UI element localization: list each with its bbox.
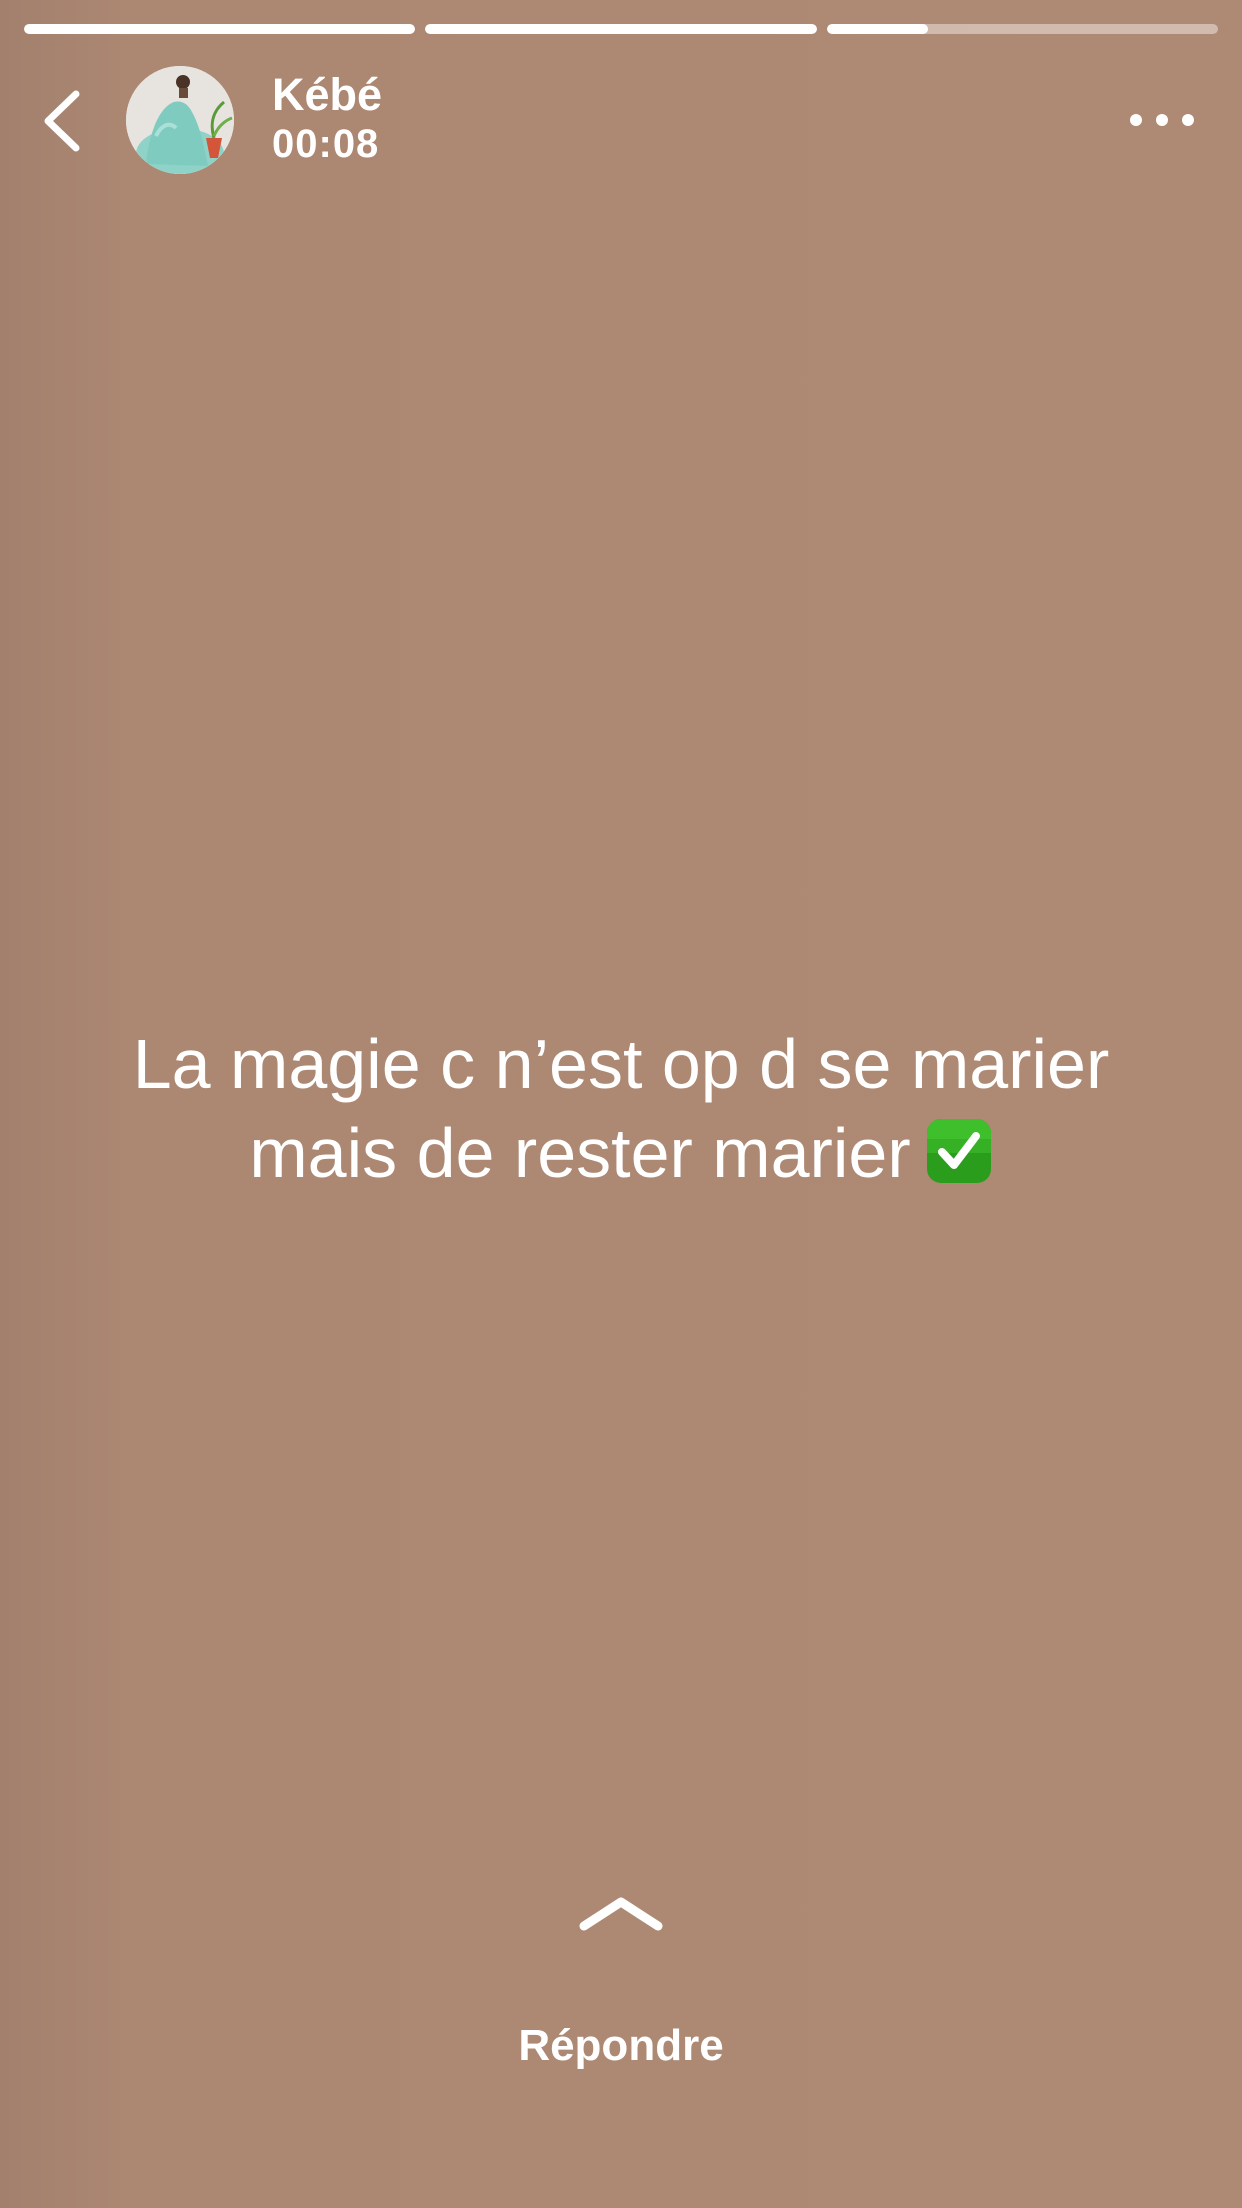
username[interactable]: Kébé — [272, 72, 382, 117]
story-timestamp: 00:08 — [272, 122, 380, 166]
story-text-line: mais de rester marier — [249, 1114, 911, 1192]
progress-segment — [425, 24, 817, 34]
back-button[interactable] — [36, 88, 96, 154]
progress-fill — [425, 24, 817, 34]
more-options-button[interactable] — [1128, 102, 1198, 138]
story-progress — [24, 24, 1218, 34]
progress-segment — [24, 24, 416, 34]
story-text-line: La magie c n’est op d se marier — [132, 1025, 1110, 1103]
story-text: La magie c n’est op d se marier mais de … — [60, 1020, 1182, 1198]
reply-button[interactable]: Répondre — [0, 2024, 1242, 2068]
story-text-line-2: mais de rester marier — [60, 1109, 1182, 1198]
more-horizontal-icon — [1130, 114, 1194, 126]
chevron-left-icon — [44, 90, 80, 152]
check-mark-button-icon — [925, 1117, 993, 1185]
progress-fill — [24, 24, 416, 34]
avatar-image — [126, 66, 234, 174]
reply-chevron[interactable] — [578, 1892, 664, 1932]
story-header: Kébé 00:08 — [0, 60, 1242, 180]
chevron-up-icon — [579, 1897, 663, 1931]
story-viewer[interactable]: Kébé 00:08 La magie c n’est op d se mari… — [0, 0, 1242, 2208]
progress-fill — [826, 24, 929, 34]
avatar[interactable] — [126, 66, 234, 174]
progress-segment — [826, 24, 1218, 34]
